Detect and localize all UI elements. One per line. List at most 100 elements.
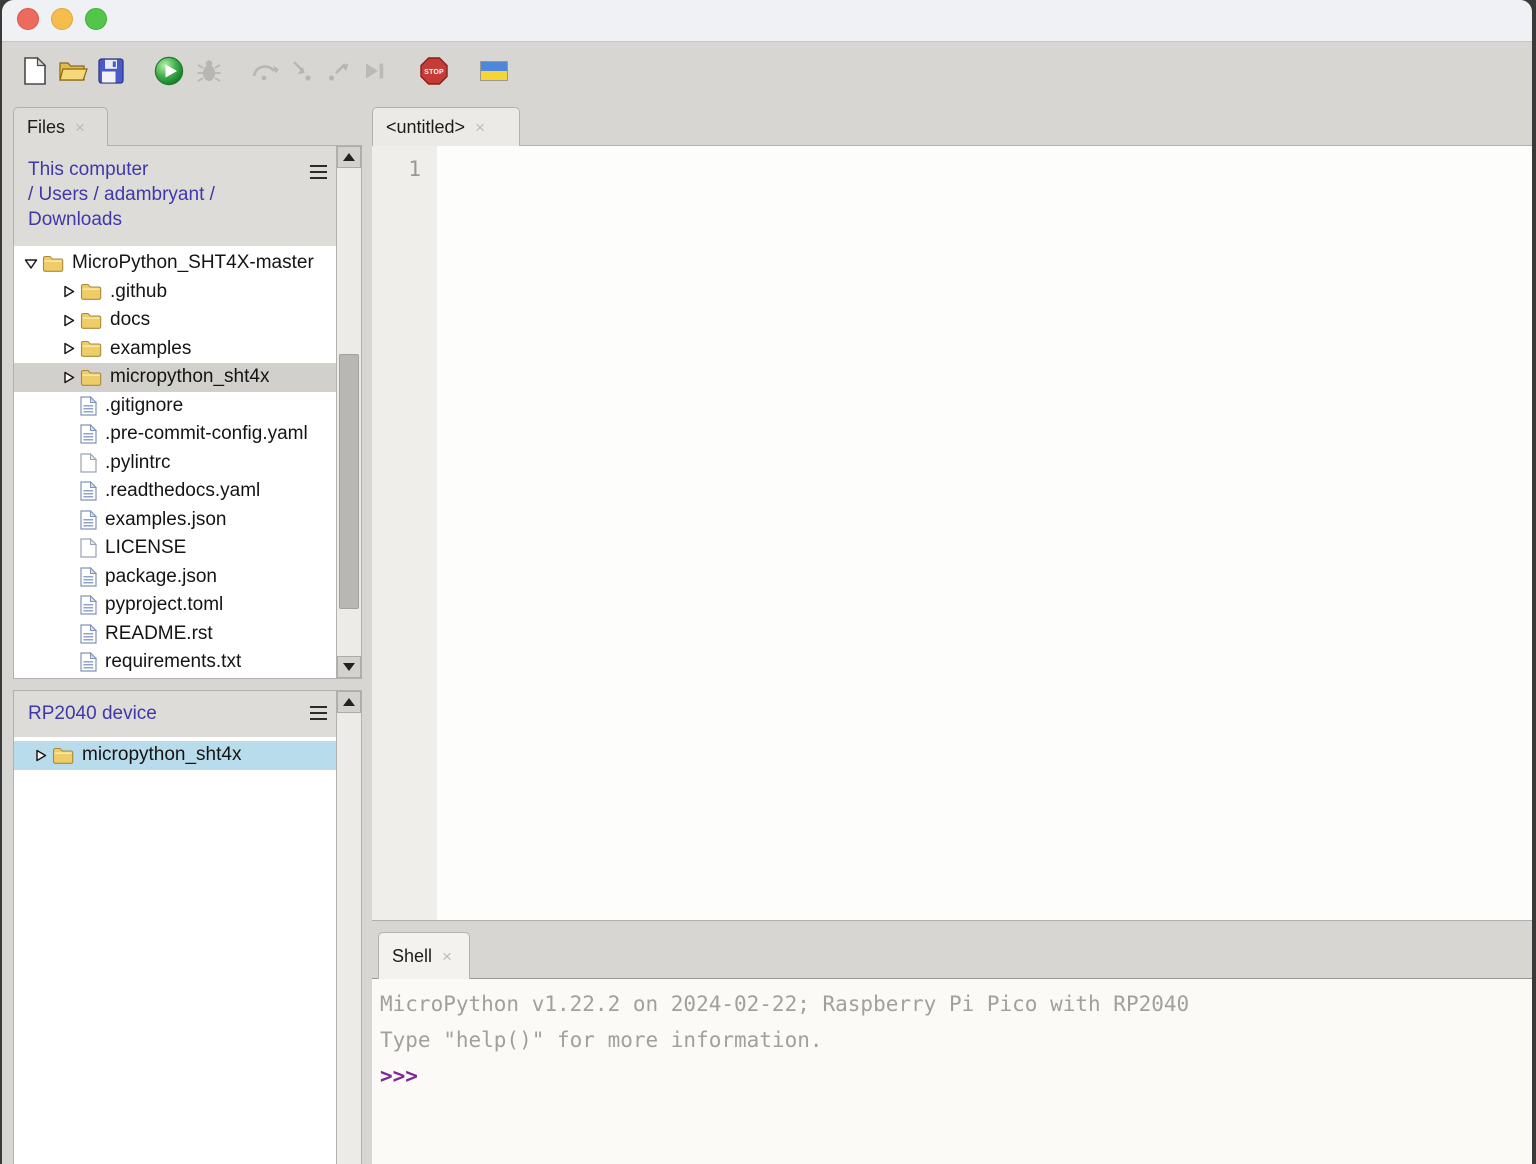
open-file-button[interactable] bbox=[56, 54, 90, 88]
files-menu-button[interactable] bbox=[310, 165, 327, 182]
tree-item-.github[interactable]: .github bbox=[14, 278, 336, 307]
breadcrumb-line[interactable]: / Users / adambryant / bbox=[28, 182, 296, 207]
item-label: micropython_sht4x bbox=[110, 366, 269, 388]
tree-item-requirements.txt[interactable]: requirements.txt bbox=[14, 648, 336, 677]
item-label: requirements.txt bbox=[105, 651, 241, 673]
editor: 1 bbox=[372, 145, 1532, 920]
titlebar bbox=[2, 0, 1532, 42]
tree-item-micropython_sht4x[interactable]: micropython_sht4x bbox=[14, 363, 336, 392]
folder-icon bbox=[80, 339, 102, 358]
file-text-icon bbox=[80, 624, 97, 644]
tree-item-docs[interactable]: docs bbox=[14, 306, 336, 335]
line-number: 1 bbox=[372, 157, 421, 181]
file-text-icon bbox=[80, 510, 97, 530]
shell-output[interactable]: MicroPython v1.22.2 on 2024-02-22; Raspb… bbox=[372, 979, 1532, 1164]
ukraine-flag-button[interactable] bbox=[477, 54, 511, 88]
file-text-icon bbox=[80, 396, 97, 416]
folder-icon bbox=[52, 746, 74, 765]
tree-item-readme.rst[interactable]: README.rst bbox=[14, 620, 336, 649]
breadcrumb-line[interactable]: This computer bbox=[28, 157, 296, 182]
tree-item-.pre-commit-config.yaml[interactable]: .pre-commit-config.yaml bbox=[14, 420, 336, 449]
item-label: LICENSE bbox=[105, 537, 186, 559]
toolbar bbox=[2, 42, 1532, 100]
device-scrollbar[interactable] bbox=[336, 691, 361, 1164]
expander-closed-icon[interactable] bbox=[58, 314, 80, 327]
scrollbar-thumb[interactable] bbox=[339, 354, 359, 609]
close-icon[interactable]: × bbox=[75, 119, 85, 136]
step-into-icon bbox=[290, 60, 314, 82]
device-panel-title: RP2040 device bbox=[28, 703, 157, 725]
device-menu-button[interactable] bbox=[310, 706, 327, 723]
tree-item-examples[interactable]: examples bbox=[14, 335, 336, 364]
scroll-down-button[interactable] bbox=[337, 656, 361, 678]
tree-item-.gitignore[interactable]: .gitignore bbox=[14, 392, 336, 421]
folder-icon bbox=[80, 311, 102, 330]
item-label: pyproject.toml bbox=[105, 594, 223, 616]
step-out-button bbox=[321, 54, 355, 88]
item-label: micropython_sht4x bbox=[82, 744, 241, 766]
ukraine-flag-icon bbox=[480, 61, 508, 81]
scroll-up-button[interactable] bbox=[337, 146, 361, 168]
file-plain-icon bbox=[80, 538, 97, 558]
tree-item-package.json[interactable]: package.json bbox=[14, 563, 336, 592]
item-label: examples bbox=[110, 338, 191, 360]
tree-item-.readthedocs.yaml[interactable]: .readthedocs.yaml bbox=[14, 477, 336, 506]
stop-restart-button[interactable] bbox=[417, 54, 451, 88]
tab-files[interactable]: Files × bbox=[13, 107, 108, 146]
shell-tab-bar bbox=[372, 920, 1532, 979]
folder-icon bbox=[80, 368, 102, 387]
device-tree: micropython_sht4x bbox=[14, 737, 336, 1164]
tree-item-examples.json[interactable]: examples.json bbox=[14, 506, 336, 535]
tab-files-label: Files bbox=[27, 117, 65, 138]
editor-content[interactable] bbox=[437, 146, 1532, 920]
shell-prompt[interactable]: >>> bbox=[380, 1058, 1532, 1094]
close-window-button[interactable] bbox=[17, 8, 39, 30]
tree-item-pyproject.toml[interactable]: pyproject.toml bbox=[14, 591, 336, 620]
files-panel: This computer / Users / adambryant / Dow… bbox=[13, 145, 362, 679]
tab-shell[interactable]: Shell × bbox=[378, 932, 470, 979]
resume-button bbox=[357, 54, 391, 88]
debug-bug-icon bbox=[196, 58, 222, 84]
zoom-window-button[interactable] bbox=[85, 8, 107, 30]
tree-item-micropython_sht4x-master[interactable]: MicroPython_SHT4X-master bbox=[14, 249, 336, 278]
new-file-button[interactable] bbox=[18, 54, 52, 88]
item-label: .github bbox=[110, 281, 167, 303]
step-over-icon bbox=[251, 61, 279, 81]
thonny-window: Files × This computer / Users / adambrya… bbox=[2, 0, 1532, 1164]
item-label: .pylintrc bbox=[105, 452, 170, 474]
expander-open-icon[interactable] bbox=[20, 257, 42, 270]
expander-closed-icon[interactable] bbox=[58, 371, 80, 384]
file-text-icon bbox=[80, 595, 97, 615]
open-folder-icon bbox=[58, 59, 88, 83]
file-plain-icon bbox=[80, 453, 97, 473]
tab-untitled[interactable]: <untitled> × bbox=[372, 107, 520, 146]
item-label: MicroPython_SHT4X-master bbox=[72, 252, 314, 274]
file-text-icon bbox=[80, 567, 97, 587]
expander-closed-icon[interactable] bbox=[30, 749, 52, 762]
save-floppy-icon bbox=[98, 58, 124, 84]
debug-script-button bbox=[192, 54, 226, 88]
item-label: .gitignore bbox=[105, 395, 183, 417]
close-icon[interactable]: × bbox=[442, 948, 452, 965]
resume-play-icon bbox=[362, 59, 386, 83]
minimize-window-button[interactable] bbox=[51, 8, 73, 30]
file-text-icon bbox=[80, 481, 97, 501]
files-tree: MicroPython_SHT4X-master .github docs examp… bbox=[14, 246, 336, 678]
close-icon[interactable]: × bbox=[475, 119, 485, 136]
save-file-button[interactable] bbox=[94, 54, 128, 88]
tree-item-license[interactable]: LICENSE bbox=[14, 534, 336, 563]
tree-item-.pylintrc[interactable]: .pylintrc bbox=[14, 449, 336, 478]
scroll-up-button[interactable] bbox=[337, 691, 361, 713]
tree-item-micropython_sht4x[interactable]: micropython_sht4x bbox=[14, 741, 336, 770]
item-label: .pre-commit-config.yaml bbox=[105, 423, 308, 445]
files-breadcrumb[interactable]: This computer / Users / adambryant / Dow… bbox=[14, 146, 336, 246]
item-label: examples.json bbox=[105, 509, 226, 531]
expander-closed-icon[interactable] bbox=[58, 342, 80, 355]
breadcrumb-line[interactable]: Downloads bbox=[28, 207, 296, 232]
line-number-gutter: 1 bbox=[372, 146, 437, 920]
run-script-button[interactable] bbox=[152, 54, 186, 88]
item-label: docs bbox=[110, 309, 150, 331]
expander-closed-icon[interactable] bbox=[58, 285, 80, 298]
folder-icon bbox=[42, 254, 64, 273]
files-scrollbar[interactable] bbox=[336, 146, 361, 678]
